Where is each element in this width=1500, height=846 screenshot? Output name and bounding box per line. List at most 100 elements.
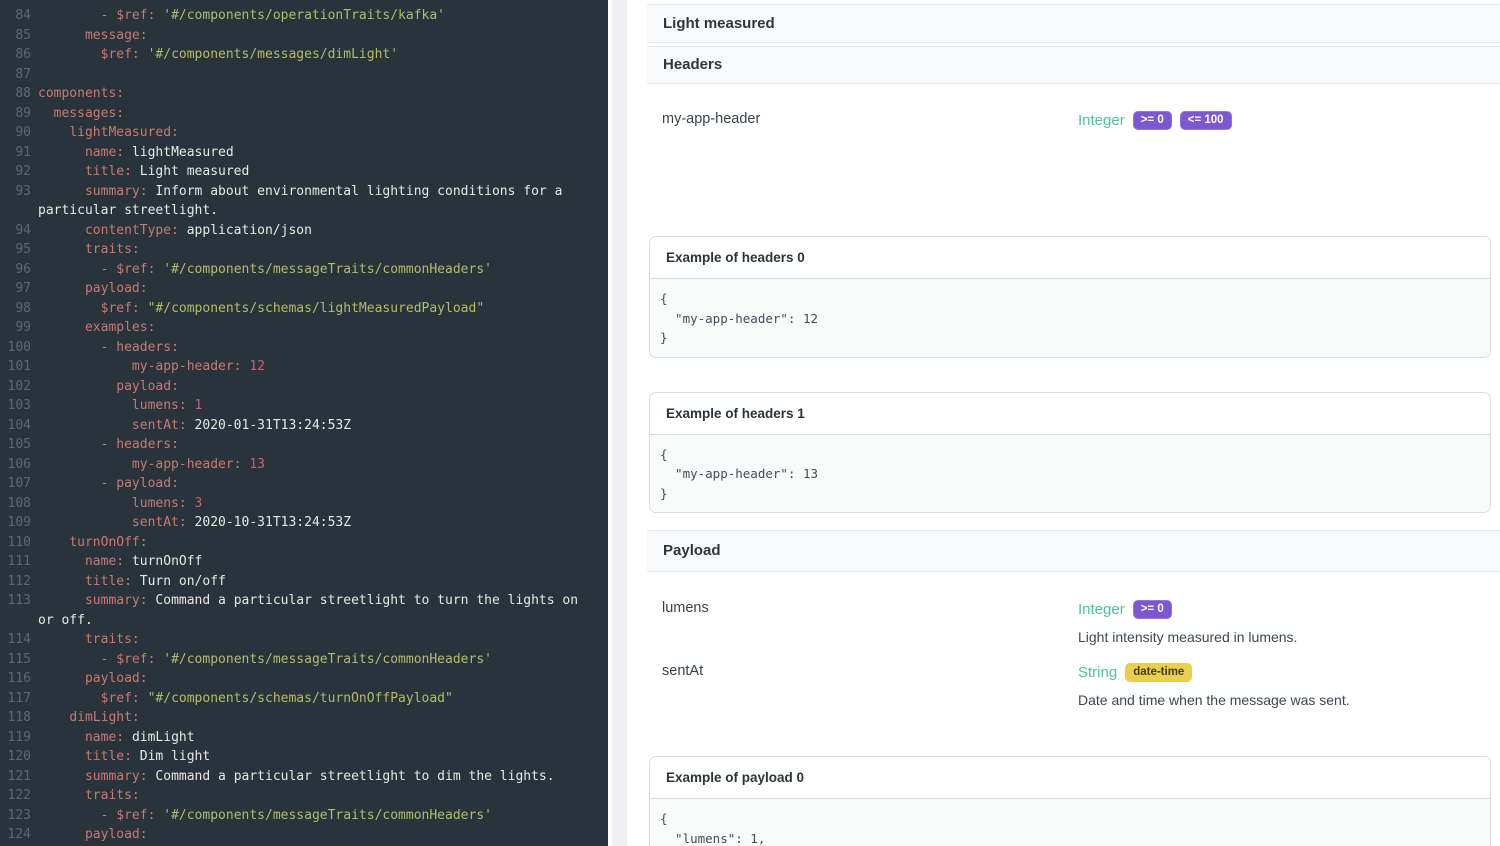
property-type: Integer	[1078, 601, 1125, 618]
editor-line[interactable]: 101 my-app-header: 12	[0, 357, 608, 377]
code-content: traits:	[38, 786, 140, 806]
editor-line[interactable]: 114 traits:	[0, 630, 608, 650]
line-number: 107	[0, 474, 31, 494]
editor-line[interactable]: 107 - payload:	[0, 474, 608, 494]
property-row-lumens: lumens Integer>= 0 Light intensity measu…	[647, 572, 1500, 640]
code-content: $ref: '#/components/messages/dimLight'	[38, 45, 398, 65]
editor-line[interactable]: 113 summary: Command a particular street…	[0, 591, 608, 611]
code-content: lumens: 3	[38, 494, 202, 514]
code-content: - $ref: '#/components/messageTraits/comm…	[38, 806, 492, 826]
code-content: name: lightMeasured	[38, 143, 234, 163]
editor-line[interactable]: 124 payload:	[0, 825, 608, 845]
line-number: 114	[0, 630, 31, 650]
editor-line-list: 83 traits:84 - $ref: '#/components/opera…	[0, 0, 608, 845]
editor-line[interactable]: 99 examples:	[0, 318, 608, 338]
editor-line[interactable]: 89 messages:	[0, 104, 608, 124]
editor-line[interactable]: 104 sentAt: 2020-01-31T13:24:53Z	[0, 416, 608, 436]
code-content: or off.	[38, 611, 93, 631]
property-type: Integer	[1078, 112, 1125, 129]
editor-line[interactable]: 98 $ref: "#/components/schemas/lightMeas…	[0, 299, 608, 319]
editor-line[interactable]: 112 title: Turn on/off	[0, 572, 608, 592]
example-box-headers-1: Example of headers 1 { "my-app-header": …	[649, 392, 1491, 514]
editor-line[interactable]: 88 components:	[0, 84, 608, 104]
line-number: 91	[0, 143, 31, 163]
property-row-sentat: sentAt Stringdate-time Date and time whe…	[647, 640, 1500, 710]
format-badge: date-time	[1125, 663, 1192, 682]
line-number: 120	[0, 747, 31, 767]
property-description: Date and time when the message was sent.	[1078, 692, 1350, 708]
editor-line[interactable]: 108 lumens: 3	[0, 494, 608, 514]
editor-line[interactable]: 111 name: turnOnOff	[0, 552, 608, 572]
editor-line[interactable]: 87	[0, 65, 608, 85]
code-content: turnOnOff:	[38, 533, 148, 553]
code-content: - headers:	[38, 435, 179, 455]
editor-line[interactable]: 121 summary: Command a particular street…	[0, 767, 608, 787]
code-content: title: Light measured	[38, 162, 249, 182]
split-resizer-handle[interactable]	[612, 0, 627, 846]
editor-line[interactable]: 100 - headers:	[0, 338, 608, 358]
line-number: 124	[0, 825, 31, 845]
code-content: title: Turn on/off	[38, 572, 226, 592]
example-code-block: { "lumens": 1, "sentAt": "2020-01-31T13:…	[650, 799, 1490, 846]
editor-line[interactable]: 91 name: lightMeasured	[0, 143, 608, 163]
editor-line[interactable]: particular streetlight.	[0, 201, 608, 221]
headers-section-title: Headers	[663, 56, 722, 73]
editor-line[interactable]: 102 payload:	[0, 377, 608, 397]
line-number: 88	[0, 84, 31, 104]
property-type-column: Integer>= 0<= 100	[1078, 111, 1232, 181]
line-number	[0, 611, 31, 631]
editor-line[interactable]: 118 dimLight:	[0, 708, 608, 728]
editor-line[interactable]: 94 contentType: application/json	[0, 221, 608, 241]
editor-line[interactable]: 105 - headers:	[0, 435, 608, 455]
code-content: components:	[38, 84, 124, 104]
code-content: my-app-header: 13	[38, 455, 265, 475]
line-number: 108	[0, 494, 31, 514]
editor-line[interactable]: 96 - $ref: '#/components/messageTraits/c…	[0, 260, 608, 280]
line-number: 117	[0, 689, 31, 709]
editor-line[interactable]: 115 - $ref: '#/components/messageTraits/…	[0, 650, 608, 670]
line-number: 89	[0, 104, 31, 124]
editor-line[interactable]: 97 payload:	[0, 279, 608, 299]
editor-line[interactable]: 92 title: Light measured	[0, 162, 608, 182]
line-number: 119	[0, 728, 31, 748]
line-number: 102	[0, 377, 31, 397]
editor-line[interactable]: 85 message:	[0, 26, 608, 46]
code-content: traits:	[38, 240, 140, 260]
editor-line[interactable]: or off.	[0, 611, 608, 631]
property-name: my-app-header	[647, 111, 1078, 181]
editor-line[interactable]: 84 - $ref: '#/components/operationTraits…	[0, 6, 608, 26]
editor-line[interactable]: 86 $ref: '#/components/messages/dimLight…	[0, 45, 608, 65]
editor-line[interactable]: 103 lumens: 1	[0, 396, 608, 416]
editor-line[interactable]: 116 payload:	[0, 669, 608, 689]
editor-line[interactable]: 117 $ref: "#/components/schemas/turnOnOf…	[0, 689, 608, 709]
line-number: 110	[0, 533, 31, 553]
payload-section-bar: Payload	[647, 530, 1500, 572]
code-content: my-app-header: 12	[38, 357, 265, 377]
editor-line[interactable]: 90 lightMeasured:	[0, 123, 608, 143]
line-number: 86	[0, 45, 31, 65]
editor-line[interactable]: 110 turnOnOff:	[0, 533, 608, 553]
line-number: 87	[0, 65, 31, 85]
headers-section-bar: Headers	[647, 46, 1500, 84]
example-title: Example of headers 1	[650, 393, 1490, 435]
code-content: payload:	[38, 377, 179, 397]
editor-line[interactable]: 95 traits:	[0, 240, 608, 260]
editor-line[interactable]: 109 sentAt: 2020-10-31T13:24:53Z	[0, 513, 608, 533]
editor-line[interactable]: 122 traits:	[0, 786, 608, 806]
editor-line[interactable]: 93 summary: Inform about environmental l…	[0, 182, 608, 202]
editor-line[interactable]: 123 - $ref: '#/components/messageTraits/…	[0, 806, 608, 826]
line-number: 99	[0, 318, 31, 338]
editor-line[interactable]: 106 my-app-header: 13	[0, 455, 608, 475]
line-number: 105	[0, 435, 31, 455]
line-number: 98	[0, 299, 31, 319]
property-type: String	[1078, 664, 1117, 681]
yaml-editor[interactable]: 83 traits:84 - $ref: '#/components/opera…	[0, 0, 608, 846]
editor-line[interactable]: 120 title: Dim light	[0, 747, 608, 767]
line-number: 109	[0, 513, 31, 533]
property-type-column: String date-time Date and time when the m…	[1078, 663, 1350, 710]
code-line: {	[660, 445, 1490, 465]
line-number: 111	[0, 552, 31, 572]
line-number: 90	[0, 123, 31, 143]
editor-line[interactable]: 119 name: dimLight	[0, 728, 608, 748]
code-line: }	[660, 484, 1490, 504]
